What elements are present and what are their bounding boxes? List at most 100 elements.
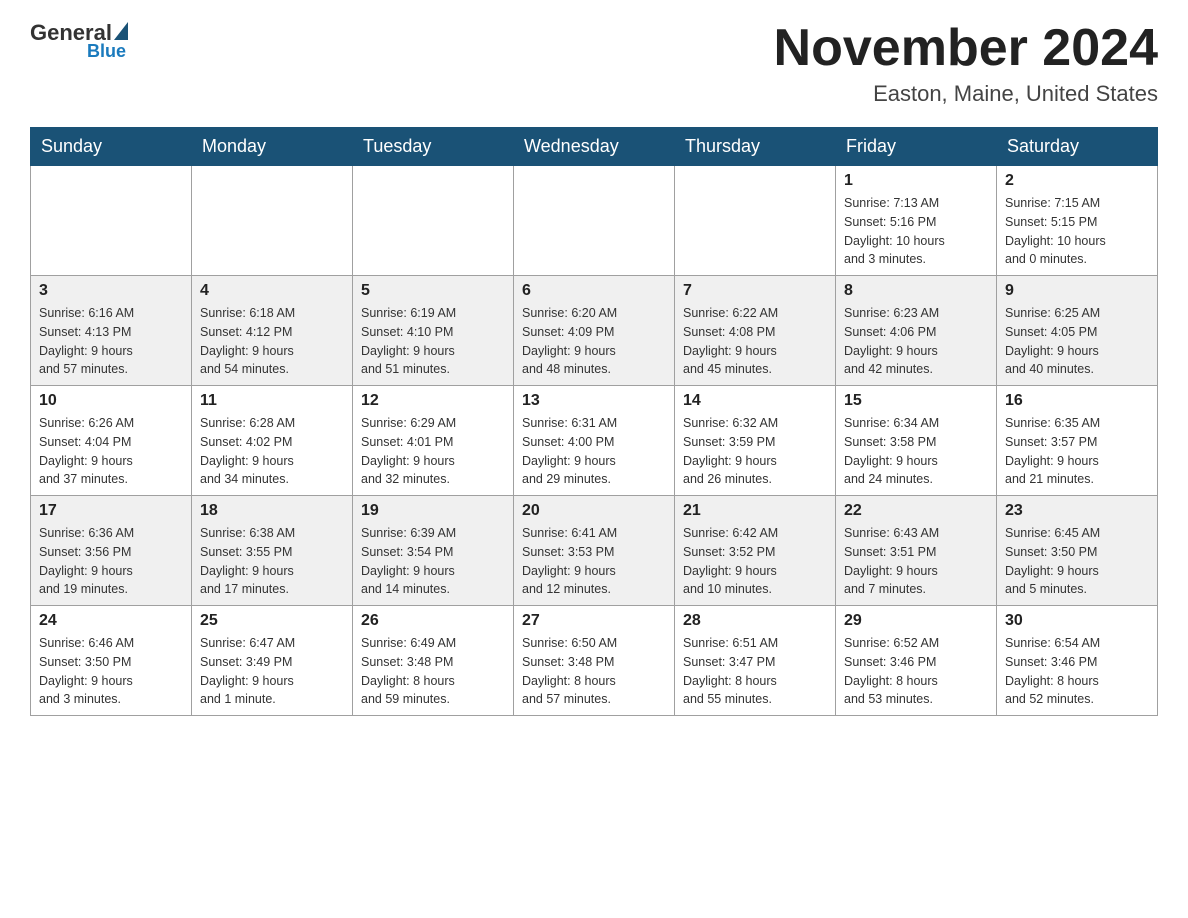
calendar-day-cell xyxy=(675,166,836,276)
page-header: General Gene Blue November 2024 Easton, … xyxy=(30,20,1158,107)
calendar-day-cell xyxy=(353,166,514,276)
day-info: Sunrise: 6:54 AMSunset: 3:46 PMDaylight:… xyxy=(1005,634,1149,709)
day-number: 4 xyxy=(200,282,344,300)
calendar-day-cell: 30 Sunrise: 6:54 AMSunset: 3:46 PMDayligh… xyxy=(997,606,1158,716)
calendar-day-cell xyxy=(31,166,192,276)
day-number: 18 xyxy=(200,502,344,520)
calendar-day-cell: 10 Sunrise: 6:26 AMSunset: 4:04 PMDayligh… xyxy=(31,386,192,496)
calendar-day-cell: 2 Sunrise: 7:15 AMSunset: 5:15 PMDaylight… xyxy=(997,166,1158,276)
day-info: Sunrise: 6:28 AMSunset: 4:02 PMDaylight:… xyxy=(200,414,344,489)
calendar-day-cell: 29 Sunrise: 6:52 AMSunset: 3:46 PMDayligh… xyxy=(836,606,997,716)
calendar-day-cell: 7 Sunrise: 6:22 AMSunset: 4:08 PMDaylight… xyxy=(675,276,836,386)
calendar-day-cell: 16Sunrise: 6:35 AMSunset: 3:57 PMDayligh… xyxy=(997,386,1158,496)
title-section: November 2024 Easton, Maine, United Stat… xyxy=(774,20,1158,107)
day-number: 27 xyxy=(522,612,666,630)
day-info: Sunrise: 6:46 AMSunset: 3:50 PMDaylight:… xyxy=(39,634,183,709)
day-of-week-header: Wednesday xyxy=(514,128,675,166)
logo-triangle-icon xyxy=(114,22,128,40)
day-number: 11 xyxy=(200,392,344,410)
calendar-day-cell: 3Sunrise: 6:16 AMSunset: 4:13 PMDaylight… xyxy=(31,276,192,386)
day-of-week-header: Thursday xyxy=(675,128,836,166)
day-number: 29 xyxy=(844,612,988,630)
day-number: 22 xyxy=(844,502,988,520)
day-number: 13 xyxy=(522,392,666,410)
day-info: Sunrise: 6:31 AMSunset: 4:00 PMDaylight:… xyxy=(522,414,666,489)
day-number: 17 xyxy=(39,502,183,520)
calendar-table: SundayMondayTuesdayWednesdayThursdayFrid… xyxy=(30,127,1158,716)
day-info: Sunrise: 6:18 AMSunset: 4:12 PMDaylight:… xyxy=(200,304,344,379)
calendar-week-row: 17 Sunrise: 6:36 AMSunset: 3:56 PMDayligh… xyxy=(31,496,1158,606)
day-info: Sunrise: 7:13 AMSunset: 5:16 PMDaylight:… xyxy=(844,194,988,269)
day-info: Sunrise: 6:36 AMSunset: 3:56 PMDaylight:… xyxy=(39,524,183,599)
day-of-week-header: Tuesday xyxy=(353,128,514,166)
day-number: 7 xyxy=(683,282,827,300)
day-of-week-header: Sunday xyxy=(31,128,192,166)
calendar-day-cell: 24 Sunrise: 6:46 AMSunset: 3:50 PMDayligh… xyxy=(31,606,192,716)
day-info: Sunrise: 6:32 AMSunset: 3:59 PMDaylight:… xyxy=(683,414,827,489)
day-info: Sunrise: 6:22 AMSunset: 4:08 PMDaylight:… xyxy=(683,304,827,379)
day-info: Sunrise: 6:47 AMSunset: 3:49 PMDaylight:… xyxy=(200,634,344,709)
calendar-week-row: 3Sunrise: 6:16 AMSunset: 4:13 PMDaylight… xyxy=(31,276,1158,386)
day-info: Sunrise: 6:34 AMSunset: 3:58 PMDaylight:… xyxy=(844,414,988,489)
month-title: November 2024 xyxy=(774,20,1158,77)
day-number: 6 xyxy=(522,282,666,300)
calendar-day-cell: 17 Sunrise: 6:36 AMSunset: 3:56 PMDayligh… xyxy=(31,496,192,606)
day-info: Sunrise: 6:20 AMSunset: 4:09 PMDaylight:… xyxy=(522,304,666,379)
day-info: Sunrise: 6:23 AMSunset: 4:06 PMDaylight:… xyxy=(844,304,988,379)
calendar-day-cell: 23 Sunrise: 6:45 AMSunset: 3:50 PMDayligh… xyxy=(997,496,1158,606)
day-number: 28 xyxy=(683,612,827,630)
day-info: Sunrise: 6:52 AMSunset: 3:46 PMDaylight:… xyxy=(844,634,988,709)
calendar-day-cell: 9 Sunrise: 6:25 AMSunset: 4:05 PMDaylight… xyxy=(997,276,1158,386)
day-number: 5 xyxy=(361,282,505,300)
calendar-day-cell: 27 Sunrise: 6:50 AMSunset: 3:48 PMDayligh… xyxy=(514,606,675,716)
day-info: Sunrise: 6:39 AMSunset: 3:54 PMDaylight:… xyxy=(361,524,505,599)
logo: General Gene Blue xyxy=(30,20,128,66)
day-info: Sunrise: 6:26 AMSunset: 4:04 PMDaylight:… xyxy=(39,414,183,489)
location-text: Easton, Maine, United States xyxy=(774,81,1158,107)
day-number: 19 xyxy=(361,502,505,520)
calendar-day-cell: 11 Sunrise: 6:28 AMSunset: 4:02 PMDayligh… xyxy=(192,386,353,496)
calendar-day-cell: 18 Sunrise: 6:38 AMSunset: 3:55 PMDayligh… xyxy=(192,496,353,606)
calendar-day-cell xyxy=(192,166,353,276)
calendar-header-row: SundayMondayTuesdayWednesdayThursdayFrid… xyxy=(31,128,1158,166)
day-number: 2 xyxy=(1005,172,1149,190)
calendar-day-cell: 28 Sunrise: 6:51 AMSunset: 3:47 PMDayligh… xyxy=(675,606,836,716)
day-info: Sunrise: 6:45 AMSunset: 3:50 PMDaylight:… xyxy=(1005,524,1149,599)
logo-blue-text: Blue xyxy=(87,41,126,62)
calendar-day-cell: 25Sunrise: 6:47 AMSunset: 3:49 PMDayligh… xyxy=(192,606,353,716)
day-of-week-header: Friday xyxy=(836,128,997,166)
day-of-week-header: Saturday xyxy=(997,128,1158,166)
day-number: 8 xyxy=(844,282,988,300)
day-info: Sunrise: 6:43 AMSunset: 3:51 PMDaylight:… xyxy=(844,524,988,599)
day-number: 12 xyxy=(361,392,505,410)
calendar-day-cell: 15 Sunrise: 6:34 AMSunset: 3:58 PMDayligh… xyxy=(836,386,997,496)
day-number: 30 xyxy=(1005,612,1149,630)
day-number: 20 xyxy=(522,502,666,520)
calendar-day-cell: 8 Sunrise: 6:23 AMSunset: 4:06 PMDaylight… xyxy=(836,276,997,386)
calendar-day-cell: 12 Sunrise: 6:29 AMSunset: 4:01 PMDayligh… xyxy=(353,386,514,496)
calendar-day-cell: 20Sunrise: 6:41 AMSunset: 3:53 PMDayligh… xyxy=(514,496,675,606)
day-info: Sunrise: 6:42 AMSunset: 3:52 PMDaylight:… xyxy=(683,524,827,599)
day-number: 15 xyxy=(844,392,988,410)
day-info: Sunrise: 6:25 AMSunset: 4:05 PMDaylight:… xyxy=(1005,304,1149,379)
calendar-day-cell: 5Sunrise: 6:19 AMSunset: 4:10 PMDaylight… xyxy=(353,276,514,386)
day-info: Sunrise: 6:51 AMSunset: 3:47 PMDaylight:… xyxy=(683,634,827,709)
day-info: Sunrise: 6:29 AMSunset: 4:01 PMDaylight:… xyxy=(361,414,505,489)
day-number: 26 xyxy=(361,612,505,630)
day-number: 9 xyxy=(1005,282,1149,300)
day-info: Sunrise: 6:38 AMSunset: 3:55 PMDaylight:… xyxy=(200,524,344,599)
calendar-day-cell: 1 Sunrise: 7:13 AMSunset: 5:16 PMDaylight… xyxy=(836,166,997,276)
day-number: 23 xyxy=(1005,502,1149,520)
day-info: Sunrise: 6:50 AMSunset: 3:48 PMDaylight:… xyxy=(522,634,666,709)
calendar-day-cell: 4 Sunrise: 6:18 AMSunset: 4:12 PMDaylight… xyxy=(192,276,353,386)
day-info: Sunrise: 7:15 AMSunset: 5:15 PMDaylight:… xyxy=(1005,194,1149,269)
calendar-day-cell: 14 Sunrise: 6:32 AMSunset: 3:59 PMDayligh… xyxy=(675,386,836,496)
calendar-day-cell: 22 Sunrise: 6:43 AMSunset: 3:51 PMDayligh… xyxy=(836,496,997,606)
day-number: 1 xyxy=(844,172,988,190)
day-number: 14 xyxy=(683,392,827,410)
day-number: 24 xyxy=(39,612,183,630)
calendar-week-row: 10 Sunrise: 6:26 AMSunset: 4:04 PMDayligh… xyxy=(31,386,1158,496)
day-number: 21 xyxy=(683,502,827,520)
calendar-day-cell: 13 Sunrise: 6:31 AMSunset: 4:00 PMDayligh… xyxy=(514,386,675,496)
day-number: 10 xyxy=(39,392,183,410)
